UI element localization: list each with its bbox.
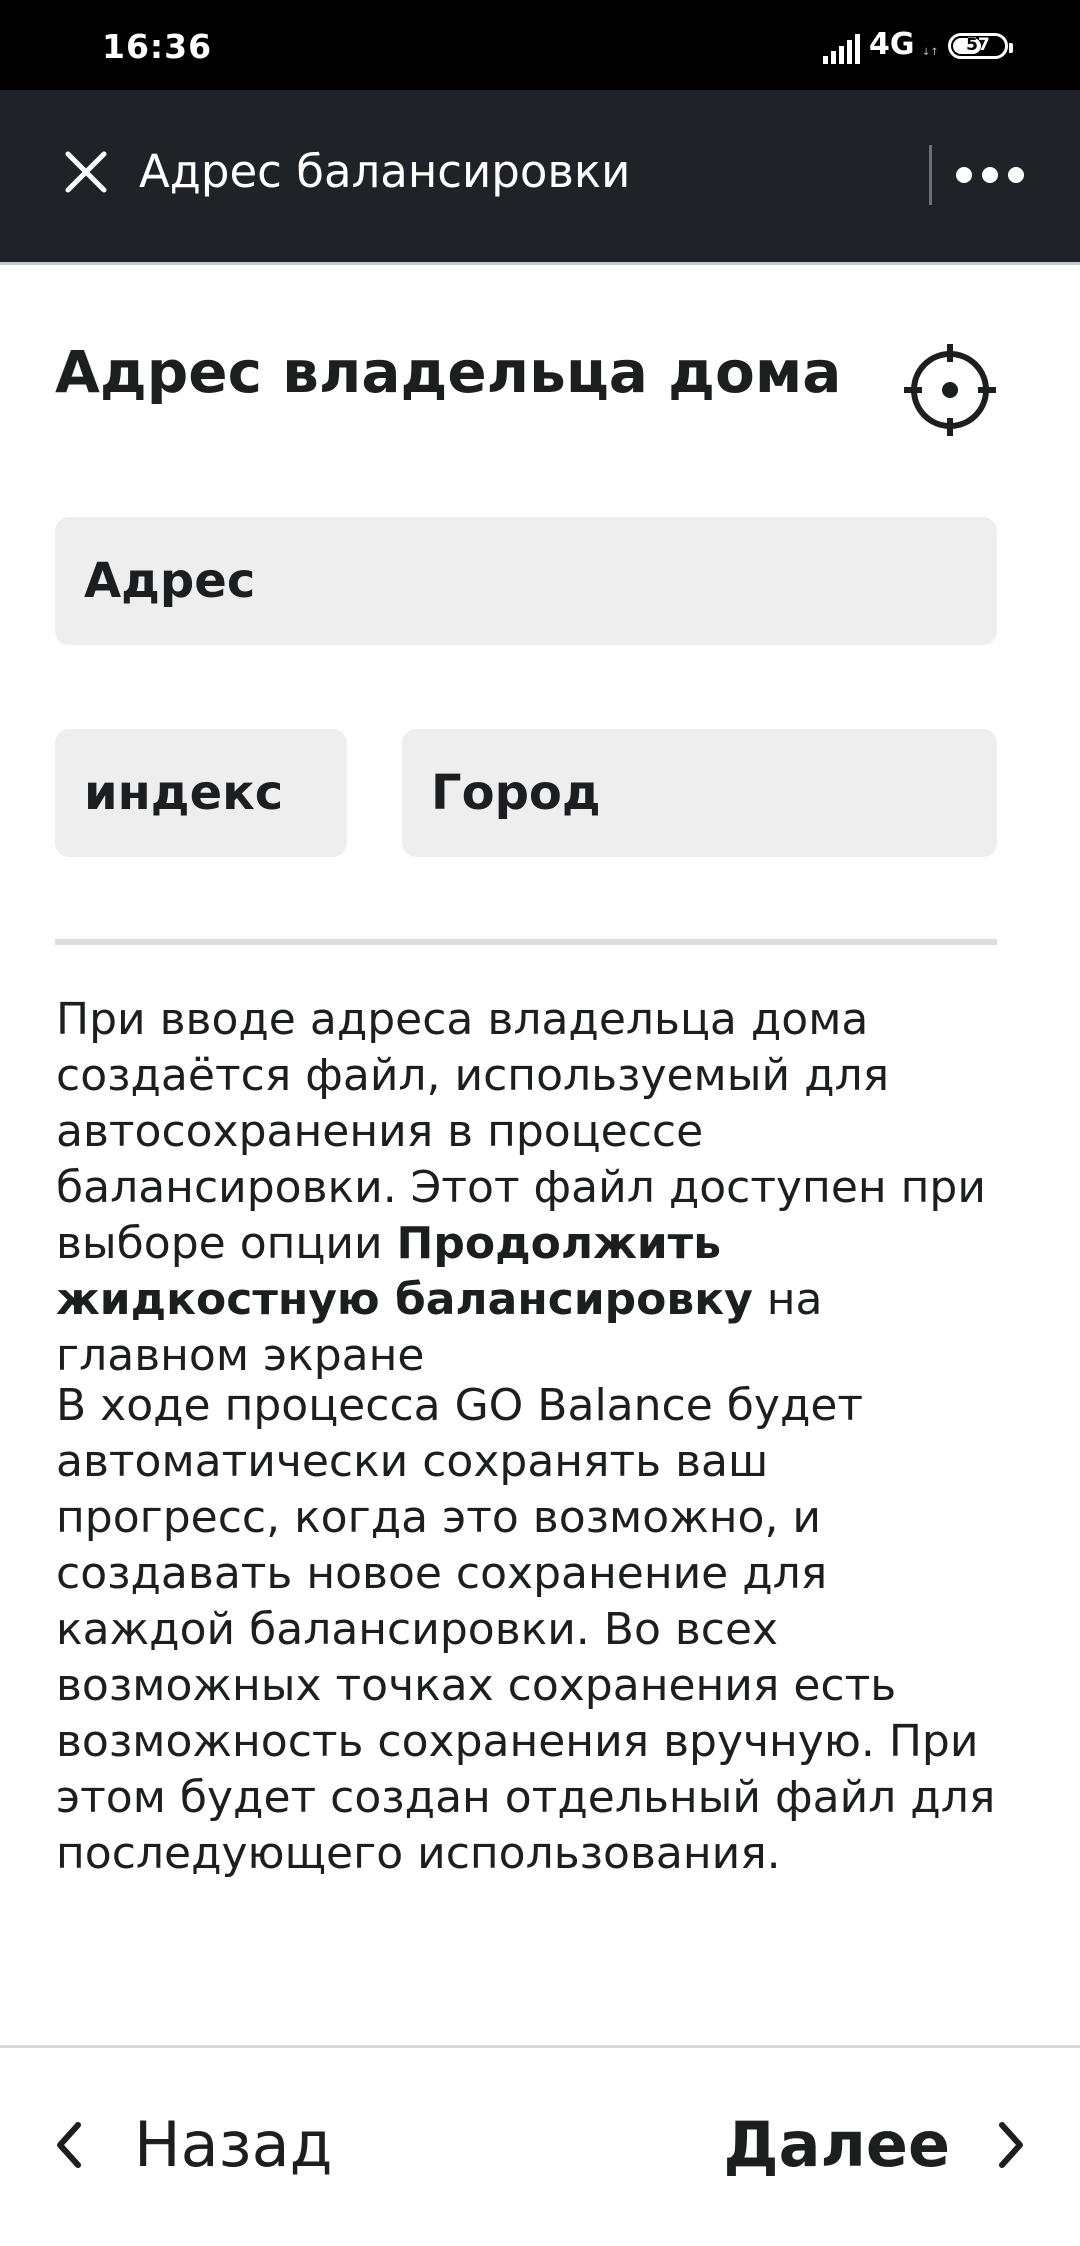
app-header: Адрес балансировки [0,90,1080,262]
header-divider [929,145,932,205]
address-placeholder: Адрес [84,553,256,609]
status-bar: 16:36 4G ↓↑ 57 [0,0,1080,90]
crosshair-locate-icon[interactable] [900,340,1000,440]
battery-level: 57 [966,35,990,55]
header-title: Адрес балансировки [139,145,631,198]
network-activity-icon: ↓↑ [922,47,939,58]
network-type: 4G [869,27,915,62]
content-divider [55,939,997,945]
chevron-left-icon [57,2122,81,2168]
info-paragraph-progress: В ходе процесса GO Balance будет автомат… [56,1380,996,1879]
header-bottom-border [0,262,1080,265]
next-label: Далее [723,2108,950,2181]
address-input[interactable]: Адрес [55,517,997,645]
close-icon[interactable] [56,142,116,202]
battery-icon: 57 [948,33,1013,59]
info-paragraph-autosave: При вводе адреса владельца дома создаётс… [56,992,1006,1384]
status-time: 16:36 [102,27,213,66]
city-input[interactable]: Город [402,729,997,857]
city-placeholder: Город [431,765,601,821]
more-horizontal-icon[interactable] [950,155,1030,195]
section-title: Адрес владельца дома [55,338,842,406]
next-button[interactable]: Далее [700,2100,1030,2190]
zip-placeholder: индекс [84,765,284,821]
back-label: Назад [134,2108,333,2181]
signal-icon [823,34,860,64]
zip-code-input[interactable]: индекс [55,729,347,857]
chevron-right-icon [999,2122,1023,2168]
footer-divider [0,2045,1080,2048]
